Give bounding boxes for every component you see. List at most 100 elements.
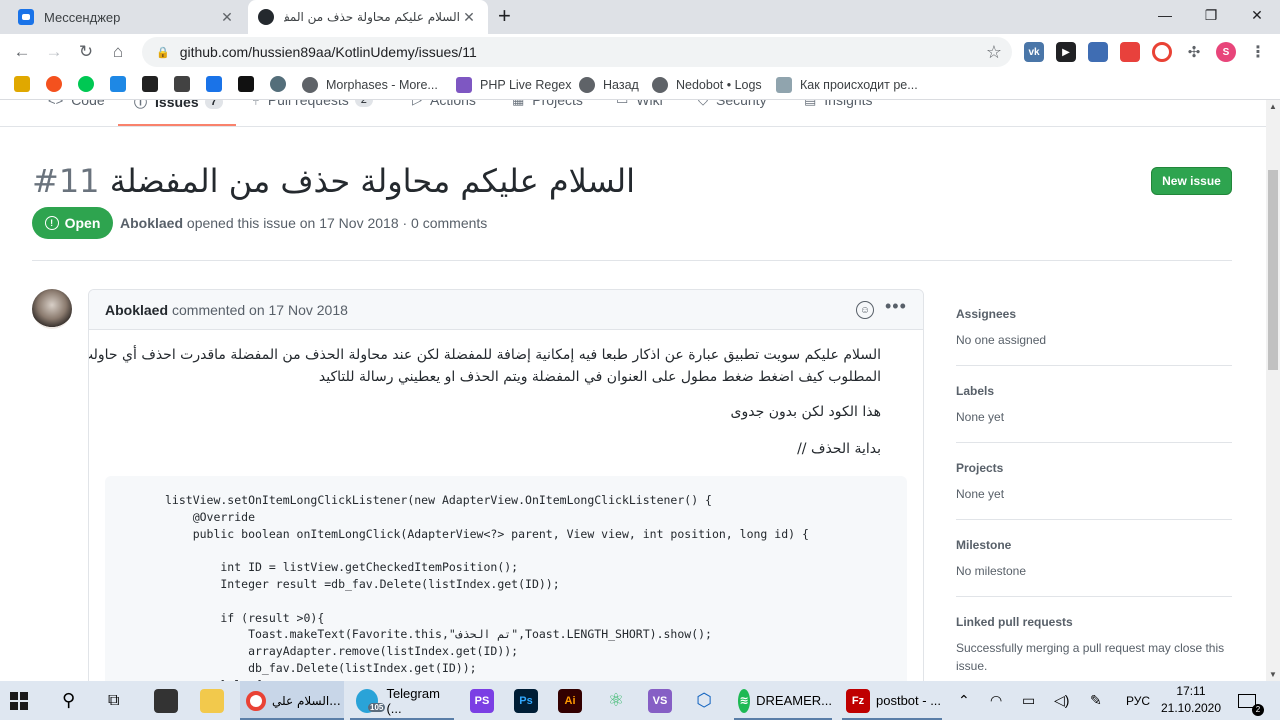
language-indicator[interactable]: РУС	[1126, 681, 1150, 720]
tab-insights[interactable]: ▤ Insights	[804, 100, 873, 108]
address-bar[interactable]: 🔒 github.com/hussien89aa/KotlinUdemy/iss…	[142, 37, 1012, 67]
bookmark-icon[interactable]	[238, 76, 254, 92]
bookmark-icon[interactable]	[46, 76, 62, 92]
taskbar-spotify[interactable]: ≋ DREAMER...	[734, 681, 832, 720]
explorer-app[interactable]	[200, 681, 224, 720]
wifi-icon[interactable]	[110, 76, 126, 92]
tab-wiki[interactable]: ▭ Wiki	[616, 100, 663, 108]
close-window-icon[interactable]: ✕	[1234, 0, 1280, 30]
tab-projects[interactable]: ▦ Projects	[512, 100, 583, 108]
app-launcher[interactable]: ⬡	[692, 681, 716, 720]
messenger-icon[interactable]	[206, 76, 222, 92]
extension-icon[interactable]	[1088, 42, 1108, 62]
folder-icon	[200, 688, 224, 713]
color-extension-icon[interactable]	[1152, 42, 1172, 62]
illustrator-app[interactable]: Ai	[558, 681, 582, 720]
store-app[interactable]	[154, 681, 178, 720]
tab-label: Code	[71, 100, 105, 108]
notification-center-icon[interactable]: 2	[1238, 681, 1264, 720]
milestone-heading[interactable]: Milestone	[956, 538, 1011, 552]
phpstorm-app[interactable]: PS	[470, 681, 494, 720]
tab-security[interactable]: ◇ Security	[698, 100, 767, 108]
photoshop-app[interactable]: Ps	[514, 681, 538, 720]
taskbar-filezilla[interactable]: Fz postbot - ...	[842, 681, 942, 720]
code-text: listView.setOnItemLongClickListener(new …	[165, 493, 809, 692]
menu-icon[interactable]: ⋮	[1248, 42, 1268, 62]
youtube-extension-icon[interactable]: ▶	[1056, 42, 1076, 62]
pen-icon[interactable]: ✎	[1090, 681, 1102, 720]
vk-extension-icon[interactable]: vk	[1024, 42, 1044, 62]
header-divider	[32, 260, 1232, 261]
scrollbar-thumb[interactable]	[1268, 170, 1278, 370]
bookmark-icon[interactable]	[142, 76, 158, 92]
bookmark-icon[interactable]	[174, 76, 190, 92]
code-icon: <>	[48, 100, 64, 108]
close-icon[interactable]: ✕	[218, 9, 236, 26]
home-icon[interactable]: ⌂	[104, 38, 132, 66]
linked-pr-heading[interactable]: Linked pull requests	[956, 615, 1073, 629]
windows-taskbar: ⚲ ⧉ السلام علي... 105 Telegram (... PS Ps…	[0, 681, 1280, 720]
clock[interactable]: 17:11 21.10.2020	[1158, 683, 1224, 717]
tab-pull-requests[interactable]: ⑂ Pull requests 2	[252, 100, 373, 108]
photoshop-icon: Ps	[514, 688, 538, 713]
author-link[interactable]: Aboklaed	[120, 215, 183, 231]
bookmark-icon[interactable]	[14, 76, 30, 92]
active-tab-indicator	[118, 124, 236, 126]
tab-code[interactable]: <> Code	[48, 100, 105, 108]
extension-icon[interactable]	[1120, 42, 1140, 62]
browser-tab-strip: Мессенджер ✕ السلام عليكم محاولة حذف من …	[0, 0, 1280, 34]
bookmark-nedobot[interactable]: Nedobot • Logs	[652, 76, 762, 94]
page-scrollbar[interactable]: ▲ ▼	[1266, 100, 1280, 681]
scroll-up-icon[interactable]: ▲	[1269, 102, 1277, 111]
projects-heading[interactable]: Projects	[956, 461, 1003, 475]
tab-actions[interactable]: ▷ Actions	[412, 100, 476, 108]
taskbar-label: postbot - ...	[876, 693, 942, 708]
task-view-icon[interactable]: ⧉	[108, 681, 119, 720]
bookmark-back[interactable]: Назад	[579, 76, 639, 94]
chevron-up-icon[interactable]: ⌃	[958, 681, 970, 720]
bookmark-how-it-works[interactable]: Как происходит ре...	[776, 76, 918, 94]
battery-icon[interactable]: ▭	[1022, 681, 1035, 720]
graph-icon: ▤	[804, 100, 816, 108]
bookmark-icon[interactable]	[78, 76, 94, 92]
bookmarks-bar: Morphases - More... PHP Live Regex Назад…	[0, 70, 1280, 100]
puzzle-icon[interactable]: ✣	[1184, 42, 1204, 62]
wifi-icon[interactable]: ◠	[990, 681, 1002, 720]
start-button[interactable]	[10, 681, 28, 720]
bookmark-php-live-regex[interactable]: PHP Live Regex	[456, 76, 572, 94]
new-issue-button[interactable]: New issue	[1151, 167, 1232, 195]
bookmark-icon[interactable]	[270, 76, 286, 92]
labels-heading[interactable]: Labels	[956, 384, 994, 398]
volume-icon[interactable]: ◁)	[1054, 681, 1069, 720]
atom-app[interactable]: ⚛	[604, 681, 628, 720]
sidebar-divider	[956, 519, 1232, 520]
taskbar-chrome[interactable]: السلام علي...	[240, 681, 344, 720]
scroll-down-icon[interactable]: ▼	[1269, 670, 1277, 679]
restore-icon[interactable]: ❐	[1188, 0, 1234, 30]
close-icon[interactable]: ✕	[460, 9, 478, 26]
taskbar-label: DREAMER...	[756, 693, 832, 708]
bookmark-label: Nedobot • Logs	[676, 78, 762, 92]
taskbar-telegram[interactable]: 105 Telegram (...	[350, 681, 454, 720]
comment-author-link[interactable]: Aboklaed	[105, 302, 168, 318]
profile-avatar[interactable]: S	[1216, 42, 1236, 62]
forward-icon[interactable]: →	[40, 38, 68, 66]
clock-date: 21.10.2020	[1160, 701, 1222, 715]
bookmark-morphases[interactable]: Morphases - More...	[302, 76, 438, 94]
reload-icon[interactable]: ↻	[72, 38, 100, 66]
smiley-icon[interactable]: ☺	[856, 301, 874, 319]
bookmark-star-icon[interactable]: ☆	[986, 42, 1002, 63]
tab-issues[interactable]: ⓘ Issues 7	[134, 100, 223, 111]
avatar[interactable]	[32, 289, 72, 329]
new-tab-button[interactable]: +	[498, 5, 511, 27]
more-options-icon[interactable]: •••	[885, 296, 907, 317]
milestone-value: No milestone	[956, 564, 1027, 578]
browser-tab-messenger[interactable]: Мессенджер ✕	[8, 0, 246, 34]
back-icon[interactable]: ←	[8, 38, 36, 66]
browser-tab-github[interactable]: السلام عليكم محاولة حذف من المف ✕	[248, 0, 488, 34]
visual-studio-app[interactable]: VS	[648, 681, 672, 720]
assignees-heading[interactable]: Assignees	[956, 307, 1016, 321]
comment-timestamp[interactable]: commented on 17 Nov 2018	[172, 302, 348, 318]
minimize-icon[interactable]: —	[1142, 0, 1188, 30]
search-icon[interactable]: ⚲	[62, 681, 75, 720]
